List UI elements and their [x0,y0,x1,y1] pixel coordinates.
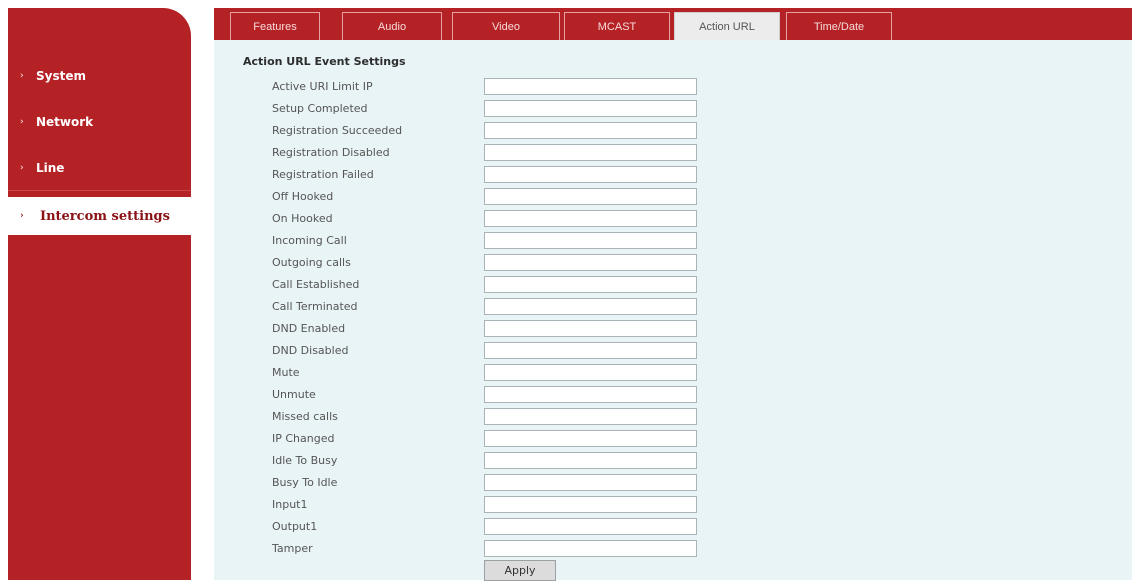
field-label: DND Disabled [272,344,349,357]
field-label: Idle To Busy [272,454,338,467]
field-label: Missed calls [272,410,338,423]
tamper-input[interactable] [484,540,697,557]
field-row: Active URI Limit IP [214,77,1132,99]
input1-input[interactable] [484,496,697,513]
field-row: Registration Disabled [214,143,1132,165]
field-row: IP Changed [214,429,1132,451]
field-label: Registration Failed [272,168,374,181]
chevron-right-icon: › [20,211,24,221]
field-row: Input1 [214,495,1132,517]
on-hooked-input[interactable] [484,210,697,227]
sidebar-item-label: Network [36,115,94,129]
field-row: Incoming Call [214,231,1132,253]
unmute-input[interactable] [484,386,697,403]
field-label: DND Enabled [272,322,346,335]
chevron-right-icon: › [20,71,24,81]
field-label: Busy To Idle [272,476,338,489]
tab-time-date[interactable]: Time/Date [786,12,892,40]
field-row: Registration Succeeded [214,121,1132,143]
field-label: Call Established [272,278,360,291]
field-label: Mute [272,366,300,379]
tab-video[interactable]: Video [452,12,560,40]
output1-input[interactable] [484,518,697,535]
field-row: Output1 [214,517,1132,539]
sidebar-item-label: Line [36,161,65,175]
field-label: Registration Succeeded [272,124,403,137]
section-title: Action URL Event Settings [243,55,406,68]
field-row: Idle To Busy [214,451,1132,473]
dnd-disabled-input[interactable] [484,342,697,359]
field-label: Call Terminated [272,300,358,313]
incoming-call-input[interactable] [484,232,697,249]
sidebar-item-label: System [36,69,86,83]
field-row: Outgoing calls [214,253,1132,275]
tab-audio[interactable]: Audio [342,12,442,40]
main-content: Action URL Event Settings Active URI Lim… [214,40,1132,581]
field-label: Off Hooked [272,190,334,203]
missed-calls-input[interactable] [484,408,697,425]
setup-completed-input[interactable] [484,100,697,117]
field-row: Mute [214,363,1132,385]
registration-disabled-input[interactable] [484,144,697,161]
field-label: IP Changed [272,432,335,445]
field-label: Unmute [272,388,316,401]
tab-mcast[interactable]: MCAST [564,12,670,40]
field-row: Tamper [214,539,1132,561]
field-row: DND Enabled [214,319,1132,341]
field-label: Registration Disabled [272,146,390,159]
field-label: On Hooked [272,212,333,225]
off-hooked-input[interactable] [484,188,697,205]
field-row: Call Established [214,275,1132,297]
sidebar-divider [8,190,191,191]
field-row: Busy To Idle [214,473,1132,495]
tab-features[interactable]: Features [230,12,320,40]
field-label: Tamper [272,542,313,555]
field-row: Unmute [214,385,1132,407]
sidebar: › System › Network › Line › Intercom set… [8,8,191,580]
chevron-right-icon: › [20,163,24,173]
sidebar-item-system[interactable]: › System [8,58,191,94]
field-label: Input1 [272,498,308,511]
sidebar-item-line[interactable]: › Line [8,150,191,186]
apply-button[interactable]: Apply [484,560,556,581]
ip-changed-input[interactable] [484,430,697,447]
mute-input[interactable] [484,364,697,381]
tab-action-url[interactable]: Action URL [674,12,780,40]
field-label: Setup Completed [272,102,368,115]
call-terminated-input[interactable] [484,298,697,315]
field-row: Call Terminated [214,297,1132,319]
call-established-input[interactable] [484,276,697,293]
field-row: Missed calls [214,407,1132,429]
outgoing-calls-input[interactable] [484,254,697,271]
field-label: Outgoing calls [272,256,351,269]
active-uri-limit-ip-input[interactable] [484,78,697,95]
busy-to-idle-input[interactable] [484,474,697,491]
field-label: Active URI Limit IP [272,80,373,93]
field-row: Registration Failed [214,165,1132,187]
field-row: Setup Completed [214,99,1132,121]
chevron-right-icon: › [20,117,24,127]
idle-to-busy-input[interactable] [484,452,697,469]
sidebar-item-network[interactable]: › Network [8,104,191,140]
field-label: Output1 [272,520,318,533]
registration-succeeded-input[interactable] [484,122,697,139]
field-row: Off Hooked [214,187,1132,209]
field-row: DND Disabled [214,341,1132,363]
field-row: On Hooked [214,209,1132,231]
registration-failed-input[interactable] [484,166,697,183]
tab-bar: Features Audio Video MCAST Action URL Ti… [214,8,1132,40]
sidebar-item-label: Intercom settings [40,208,170,224]
sidebar-item-intercom-settings[interactable]: › Intercom settings [8,197,191,235]
dnd-enabled-input[interactable] [484,320,697,337]
field-label: Incoming Call [272,234,347,247]
